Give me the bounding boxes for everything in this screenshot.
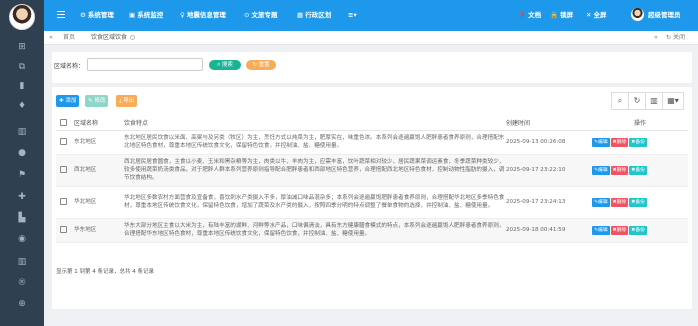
row-actions: ✎编辑 ✖删除 ✖备份 <box>592 154 688 187</box>
bar-chart-2-icon[interactable]: ▥ <box>0 255 44 269</box>
table-panel: ✚ 添加 ✎ 修改 ⤓ 导出 ⌕ ↻ ▥ ▦▾ 区域名称 饮食特点 创建时间 操… <box>52 87 692 309</box>
tab-scroll-left-icon[interactable]: « <box>49 31 53 44</box>
column-chart-icon[interactable]: ▙ <box>0 211 44 225</box>
row-actions: ✎编辑 ✖删除 ✖备份 <box>592 218 688 243</box>
region-name: 华东地区 <box>74 218 124 243</box>
tab-scroll-right-icon[interactable]: » <box>654 31 658 44</box>
create-time: 2025-09-17 23:24:13 <box>506 186 592 219</box>
row-delete-button[interactable]: ✖删除 <box>610 225 629 235</box>
region-name-input[interactable] <box>87 58 203 71</box>
grid-icon[interactable]: ⊞ <box>0 40 44 54</box>
table-row[interactable]: 西北地区 西北居民居食圆食，主食以小麦、玉米和黑杂粮等为主，肉类以牛、羊肉为主，… <box>56 154 688 187</box>
row-checkbox[interactable] <box>60 166 67 173</box>
tab-home[interactable]: 首页 <box>63 31 75 44</box>
region-name: 东北地区 <box>74 130 124 155</box>
export-button[interactable]: ⤓ 导出 <box>116 95 138 107</box>
column-header[interactable]: 区域名称 <box>74 116 124 131</box>
nav-more[interactable]: ≡▾ <box>348 10 357 20</box>
diet-description: 东北地区居民饮食以米面、高粱与及另类（牧区）为主，烹饪方式以炖菜为主，肥厚实在，… <box>124 130 506 155</box>
row-actions: ✎编辑 ✖删除 ✖备份 <box>592 186 688 219</box>
row-actions: ✎编辑 ✖删除 ✖备份 <box>592 130 688 155</box>
reset-button[interactable]: ↻ 重置 <box>246 60 276 70</box>
create-time: 2025-09-17 23:22:10 <box>506 154 592 187</box>
row-checkbox[interactable] <box>60 198 67 205</box>
tab-active[interactable]: 饮食区域饮食 <box>91 31 136 44</box>
nav-culture[interactable]: ⊙ 文旅专题 <box>244 10 278 20</box>
row-backup-button[interactable]: ✖备份 <box>629 137 647 147</box>
docs-link[interactable]: ❓ 文档 <box>518 10 541 20</box>
nav-geo[interactable]: ♀ 地震信息管理 <box>180 10 226 20</box>
create-time: 2025-09-18 00:41:59 <box>506 218 592 243</box>
diet-description: 华北地区多数农村方面营食及宣备食，喜饮刺水产类摄入不多，厚油减口味品混杂多；本系… <box>124 186 506 219</box>
avatar[interactable] <box>9 4 35 30</box>
registered-icon[interactable]: ® <box>0 276 44 290</box>
row-checkbox[interactable] <box>60 138 67 145</box>
row-edit-button[interactable]: ✎编辑 <box>592 225 610 235</box>
close-all-tabs-button[interactable]: ↻ 关闭 <box>666 31 685 44</box>
tab-close-icon[interactable] <box>130 35 136 40</box>
region-name: 华北地区 <box>74 186 124 219</box>
pagination-info: 显示第 1 到第 4 条记录，总共 4 条记录 <box>56 269 154 275</box>
table-row[interactable]: 华北地区 华北地区多数农村方面营食及宣备食，喜饮刺水产类摄入不多，厚油减口味品混… <box>56 186 688 219</box>
circle-icon[interactable]: ● <box>0 146 44 160</box>
menu-toggle-icon[interactable] <box>57 11 65 18</box>
row-backup-button[interactable]: ✖备份 <box>629 165 647 175</box>
table-toolbar: ⌕ ↻ ▥ ▦▾ <box>611 92 684 110</box>
refresh-icon[interactable]: ↻ <box>628 92 646 110</box>
target-icon[interactable]: ⊕ <box>0 297 44 311</box>
row-delete-button[interactable]: ✖删除 <box>610 165 629 175</box>
search-button[interactable]: ⌕ 搜索 <box>209 60 241 70</box>
bar-chart-icon[interactable]: ▥ <box>0 125 44 139</box>
row-checkbox[interactable] <box>60 226 67 233</box>
user-avatar[interactable] <box>631 8 644 21</box>
search-label: 区域名称： <box>54 63 85 70</box>
row-backup-button[interactable]: ✖备份 <box>629 197 647 207</box>
nav-region[interactable]: ▦ 行政区划 <box>297 10 331 20</box>
table-row[interactable]: 东北地区 东北地区居民饮食以米面、高粱与及另类（牧区）为主，烹饪方式以炖菜为主，… <box>56 130 688 155</box>
circle-dot-icon[interactable]: ◉ <box>0 232 44 246</box>
sidebar: ⊞ ⧉ ▮ ♦ ▥ ● ⚑ ✚ ▙ ◉ ▥ ® ⊕ <box>0 0 44 326</box>
search-icon[interactable]: ⌕ <box>611 92 629 110</box>
diet-description: 西北居民居食圆食，主食以小麦、玉米和黑杂粮等为主，肉类以牛、羊肉为主，应需丰富，… <box>124 154 506 187</box>
row-delete-button[interactable]: ✖删除 <box>610 137 629 147</box>
select-all-checkbox[interactable] <box>56 116 74 131</box>
plus-move-icon[interactable]: ✚ <box>0 190 44 204</box>
top-navbar: ⚙ 系统管理 ▣ 系统监控 ♀ 地震信息管理 ⊙ 文旅专题 ▦ 行政区划 ≡▾ … <box>44 0 698 31</box>
book-icon[interactable]: ▮ <box>0 79 44 93</box>
grid-toggle-icon[interactable]: ▦▾ <box>662 92 684 110</box>
table-row[interactable]: 华东地区 华东大部分地区主食以大米为主，有陆丰富的湖鲜、河鲜等水产品，口味偏清淡… <box>56 218 688 243</box>
tab-bar: « 首页 饮食区域饮食 » ↻ 关闭 <box>44 31 698 45</box>
fullscreen-button[interactable]: ✕ 全屏 <box>586 10 607 20</box>
column-header[interactable]: 创建时间 <box>506 116 592 131</box>
row-edit-button[interactable]: ✎编辑 <box>592 197 610 207</box>
row-edit-button[interactable]: ✎编辑 <box>592 165 610 175</box>
nav-monitor[interactable]: ▣ 系统监控 <box>129 10 163 20</box>
region-name: 西北地区 <box>74 154 124 187</box>
cube-icon[interactable]: ⧉ <box>0 60 44 74</box>
column-header: 操作 <box>592 116 688 131</box>
row-backup-button[interactable]: ✖备份 <box>629 225 647 235</box>
data-table: 区域名称 饮食特点 创建时间 操作 东北地区 东北地区居民饮食以米面、高粱与及另… <box>56 116 688 243</box>
add-button[interactable]: ✚ 添加 <box>56 95 80 107</box>
create-time: 2025-09-13 00:26:08 <box>506 130 592 155</box>
columns-icon[interactable]: ▥ <box>645 92 663 110</box>
search-panel: 区域名称： ⌕ 搜索 ↻ 重置 <box>52 52 692 83</box>
lock-screen-button[interactable]: 🔒 锁屏 <box>550 10 573 20</box>
user-menu[interactable]: 超级管理员 <box>648 10 681 20</box>
pin-icon[interactable]: ♦ <box>0 99 44 113</box>
row-edit-button[interactable]: ✎编辑 <box>592 137 610 147</box>
row-delete-button[interactable]: ✖删除 <box>610 197 629 207</box>
table-header-row: 区域名称 饮食特点 创建时间 操作 <box>56 116 688 131</box>
edit-button[interactable]: ✎ 修改 <box>85 95 109 107</box>
flag-icon[interactable]: ⚑ <box>0 168 44 182</box>
column-header[interactable]: 饮食特点 <box>124 116 506 131</box>
nav-system[interactable]: ⚙ 系统管理 <box>80 10 114 20</box>
diet-description: 华东大部分地区主食以大米为主，有陆丰富的湖鲜、河鲜等水产品，口味偏清淡，具有东方… <box>124 218 506 243</box>
